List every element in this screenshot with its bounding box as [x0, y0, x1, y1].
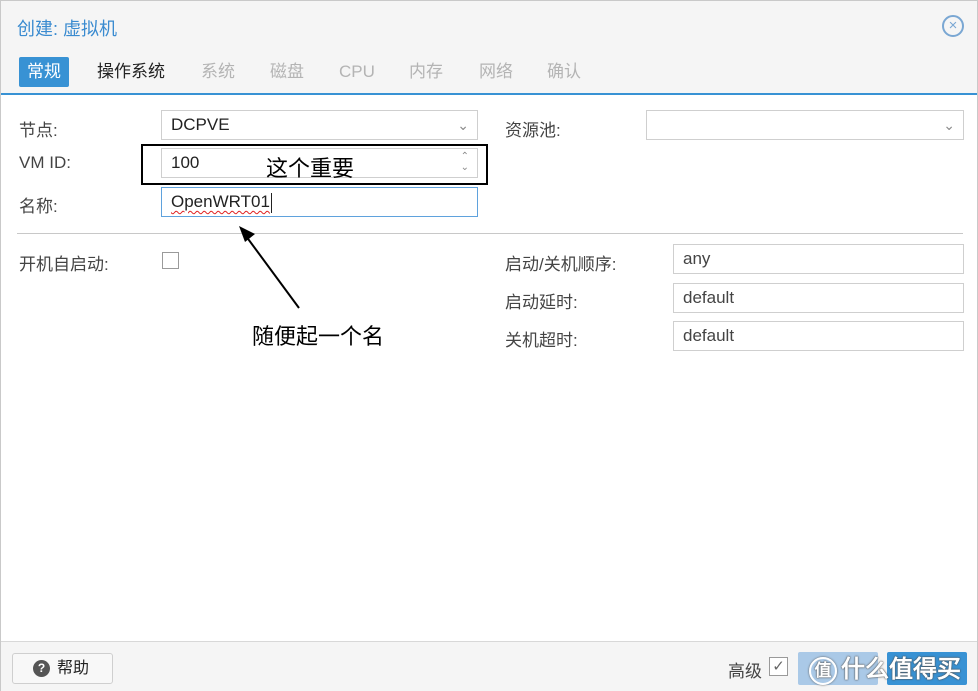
- tab-disk[interactable]: 磁盘: [262, 57, 312, 87]
- dialog-title: 创建: 虚拟机: [17, 19, 118, 39]
- annotation-vmid-note: 这个重要: [266, 157, 355, 182]
- name-input[interactable]: OpenWRT01: [161, 187, 478, 217]
- checkmark-icon: ✓: [772, 658, 785, 675]
- tab-general[interactable]: 常规: [19, 57, 69, 87]
- advanced-label: 高级: [728, 662, 762, 681]
- order-value: any: [683, 249, 711, 268]
- pool-label: 资源池:: [505, 121, 561, 140]
- section-divider: [17, 233, 963, 234]
- tab-network[interactable]: 网络: [471, 57, 521, 87]
- watermark-text: 什么值得买: [841, 656, 961, 683]
- pool-select[interactable]: ⌄: [646, 110, 964, 140]
- name-label: 名称:: [19, 197, 58, 216]
- startup-delay-value: default: [683, 288, 735, 307]
- shutdown-timeout-input[interactable]: default: [673, 321, 964, 351]
- node-select[interactable]: DCPVE ⌄: [161, 110, 478, 140]
- vmid-label: VM ID:: [19, 153, 71, 172]
- onboot-checkbox[interactable]: [162, 252, 179, 269]
- chevron-down-icon[interactable]: ⌄: [457, 111, 469, 139]
- close-icon[interactable]: ×: [942, 15, 964, 37]
- chevron-down-icon[interactable]: ⌄: [943, 111, 955, 139]
- annotation-name-note: 随便起一个名: [252, 325, 385, 350]
- text-cursor: [270, 192, 272, 213]
- order-input[interactable]: any: [673, 244, 964, 274]
- shutdown-timeout-value: default: [683, 326, 735, 345]
- tab-memory[interactable]: 内存: [401, 57, 451, 87]
- title-bar: 创建: 虚拟机 ×: [1, 1, 977, 51]
- startup-delay-label: 启动延时:: [505, 293, 578, 312]
- advanced-checkbox[interactable]: ✓: [769, 657, 788, 676]
- tab-system[interactable]: 系统: [193, 57, 243, 87]
- order-label: 启动/关机顺序:: [505, 255, 617, 274]
- question-circle-icon: ?: [33, 660, 50, 677]
- watermark-logo: 值: [809, 656, 837, 685]
- tab-confirm[interactable]: 确认: [539, 57, 589, 87]
- tab-bar: 常规 操作系统 系统 磁盘 CPU 内存 网络 确认: [1, 51, 977, 95]
- startup-delay-input[interactable]: default: [673, 283, 964, 313]
- create-vm-dialog: 创建: 虚拟机 × 常规 操作系统 系统 磁盘 CPU 内存 网络 确认 节点:…: [0, 0, 978, 691]
- annotation-arrow: [239, 226, 300, 309]
- node-label: 节点:: [19, 121, 58, 140]
- onboot-label: 开机自启动:: [19, 255, 109, 274]
- help-label: 帮助: [57, 660, 90, 677]
- watermark: 值什么值得买: [809, 649, 961, 685]
- node-value: DCPVE: [171, 115, 230, 134]
- tab-cpu[interactable]: CPU: [331, 57, 383, 87]
- help-button[interactable]: ? 帮助: [12, 653, 113, 684]
- shutdown-timeout-label: 关机超时:: [505, 331, 578, 350]
- tab-os[interactable]: 操作系统: [89, 57, 173, 87]
- name-value: OpenWRT01: [171, 192, 270, 211]
